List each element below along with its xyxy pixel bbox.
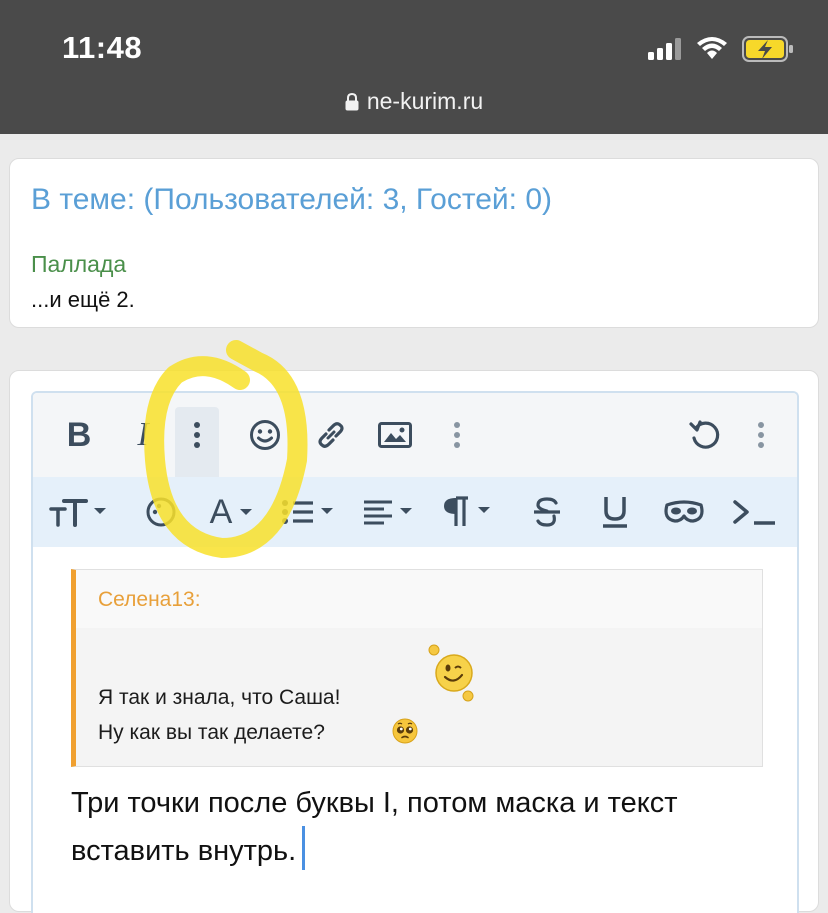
- reply-text[interactable]: Три точки после буквы I, потом маска и т…: [71, 781, 711, 874]
- reply-card: B I A Селена13: Я так и знала, что Саша!…: [9, 370, 819, 913]
- url-text: ne-kurim.ru: [366, 88, 484, 114]
- italic-button[interactable]: I: [121, 413, 165, 457]
- strikethrough-icon: [534, 497, 560, 527]
- lock-icon: [345, 90, 359, 117]
- address-bar[interactable]: ne-kurim.ru: [0, 88, 828, 117]
- wifi-icon: [696, 37, 728, 66]
- spoiler-mask-button[interactable]: [659, 489, 709, 535]
- text-caret: [302, 826, 306, 870]
- online-members-title[interactable]: В теме: (Пользователей: 3, Гостей: 0): [31, 183, 552, 217]
- smilie-button[interactable]: [243, 413, 287, 457]
- status-bar: 11:48 ne-kurim.ru: [0, 0, 828, 134]
- editor-toolbar-secondary: A: [33, 477, 797, 547]
- wink-smiley-icon: [428, 644, 476, 707]
- status-icons: [648, 36, 794, 67]
- more-insert-options-button[interactable]: [435, 413, 479, 457]
- insert-image-button[interactable]: [373, 413, 417, 457]
- font-color-label: A: [209, 492, 233, 531]
- insert-link-button[interactable]: [309, 413, 353, 457]
- font-color-button[interactable]: A: [199, 489, 265, 535]
- list-icon: [282, 500, 333, 524]
- underline-button[interactable]: [593, 489, 637, 535]
- quote-line-2: Ну как вы так делаете?: [98, 721, 325, 744]
- align-left-icon: [364, 500, 412, 525]
- pleading-face-icon: [392, 718, 418, 749]
- mask-icon: [664, 500, 704, 523]
- undo-button[interactable]: [683, 413, 727, 457]
- quote-line-1: Я так и знала, что Саша!: [98, 686, 341, 709]
- undo-icon: [689, 420, 720, 449]
- strikethrough-button[interactable]: [525, 489, 569, 535]
- status-time: 11:48: [62, 30, 143, 65]
- paragraph-icon: [444, 496, 490, 526]
- quote-author[interactable]: Селена13:: [98, 588, 201, 612]
- battery-charging-icon: [742, 36, 794, 67]
- more-vertical-icon: [454, 422, 460, 448]
- rich-text-editor: B I A Селена13: Я так и знала, что Саша!…: [31, 391, 799, 913]
- image-icon: [378, 422, 412, 448]
- member-link[interactable]: Паллада: [31, 251, 126, 278]
- text-color-button[interactable]: [137, 489, 185, 535]
- underline-icon: [603, 497, 627, 528]
- online-members-card: В теме: (Пользователей: 3, Гостей: 0) Па…: [9, 158, 819, 328]
- link-icon: [318, 422, 344, 448]
- editor-toolbar-primary: B I: [33, 393, 797, 477]
- italic-label: I: [137, 416, 149, 453]
- bold-button[interactable]: B: [57, 413, 101, 457]
- signal-icon: [648, 38, 682, 65]
- more-text-options-button[interactable]: [175, 413, 219, 457]
- more-options-button[interactable]: [739, 413, 783, 457]
- chevron-down-icon: [240, 509, 253, 515]
- smiley-icon: [250, 420, 280, 450]
- bold-label: B: [66, 415, 92, 454]
- terminal-icon: [733, 500, 775, 525]
- code-button[interactable]: [727, 489, 783, 535]
- more-vertical-icon: [194, 422, 200, 448]
- align-button[interactable]: [361, 489, 421, 535]
- font-size-button[interactable]: [47, 489, 111, 535]
- palette-icon: [146, 497, 176, 527]
- editor-content-area[interactable]: Селена13: Я так и знала, что Саша! Ну ка…: [33, 547, 797, 913]
- font-size-icon: [49, 499, 106, 527]
- quote-block: Селена13: Я так и знала, что Саша! Ну ка…: [71, 569, 763, 767]
- reply-text-content: Три точки после буквы I, потом маска и т…: [71, 787, 678, 867]
- list-button[interactable]: [279, 489, 345, 535]
- paragraph-button[interactable]: [441, 489, 501, 535]
- more-vertical-icon: [758, 422, 764, 448]
- more-members-text: ...и ещё 2.: [31, 287, 135, 312]
